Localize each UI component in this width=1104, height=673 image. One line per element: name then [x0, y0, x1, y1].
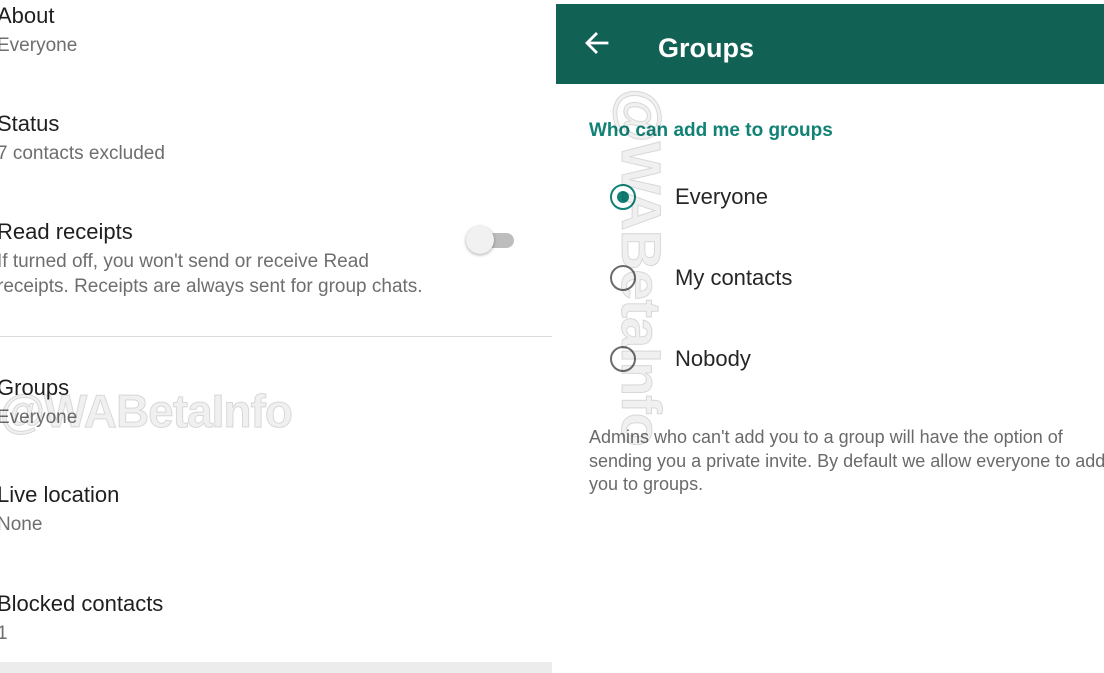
option-label: My contacts: [675, 265, 793, 290]
setting-groups-value: Everyone: [0, 407, 78, 428]
setting-live-location-value: None: [0, 514, 43, 535]
groups-privacy-screen: Groups Who can add me to groups Everyone…: [556, 0, 1104, 673]
groups-info-note: Admins who can't add you to a group will…: [589, 427, 1104, 494]
setting-live-location-title: Live location: [0, 482, 120, 507]
setting-about[interactable]: About Everyone: [0, 2, 477, 58]
arrow-back-icon[interactable]: [580, 26, 614, 60]
setting-about-value: Everyone: [0, 35, 78, 56]
toggle-thumb: [466, 226, 494, 254]
option-label: Everyone: [675, 184, 768, 209]
radio-unchecked-icon[interactable]: [610, 265, 636, 291]
setting-read-receipts[interactable]: Read receipts If turned off, you won't s…: [0, 218, 457, 299]
setting-read-receipts-title: Read receipts: [0, 219, 133, 244]
radio-unchecked-icon[interactable]: [610, 346, 636, 372]
app-bar: Groups: [556, 4, 1104, 84]
setting-about-title: About: [0, 3, 55, 28]
setting-groups-title: Groups: [0, 375, 70, 400]
option-label: Nobody: [675, 346, 751, 371]
read-receipts-toggle[interactable]: [466, 226, 514, 254]
setting-read-receipts-description-line1: If turned off, you won't send or receive…: [0, 251, 369, 272]
option-nobody[interactable]: Nobody: [596, 341, 1076, 381]
page-title: Groups: [658, 33, 755, 63]
setting-groups[interactable]: Groups Everyone: [0, 374, 477, 430]
section-header: Who can add me to groups: [589, 120, 833, 141]
setting-status-value: 7 contacts excluded: [0, 143, 165, 164]
section-divider: [0, 662, 552, 673]
setting-read-receipts-description-line2: receipts. Receipts are always sent for g…: [0, 276, 423, 297]
setting-status-title: Status: [0, 111, 60, 136]
option-everyone[interactable]: Everyone: [596, 179, 1076, 219]
radio-checked-icon[interactable]: [610, 184, 636, 210]
setting-blocked-contacts[interactable]: Blocked contacts 1: [0, 590, 477, 646]
divider: [0, 336, 552, 337]
privacy-settings-panel: About Everyone Status 7 contacts exclude…: [0, 0, 552, 673]
setting-status[interactable]: Status 7 contacts excluded: [0, 110, 477, 166]
setting-blocked-contacts-title: Blocked contacts: [0, 591, 164, 616]
setting-live-location[interactable]: Live location None: [0, 481, 477, 537]
setting-blocked-contacts-count: 1: [0, 623, 8, 644]
option-my-contacts[interactable]: My contacts: [596, 260, 1076, 300]
